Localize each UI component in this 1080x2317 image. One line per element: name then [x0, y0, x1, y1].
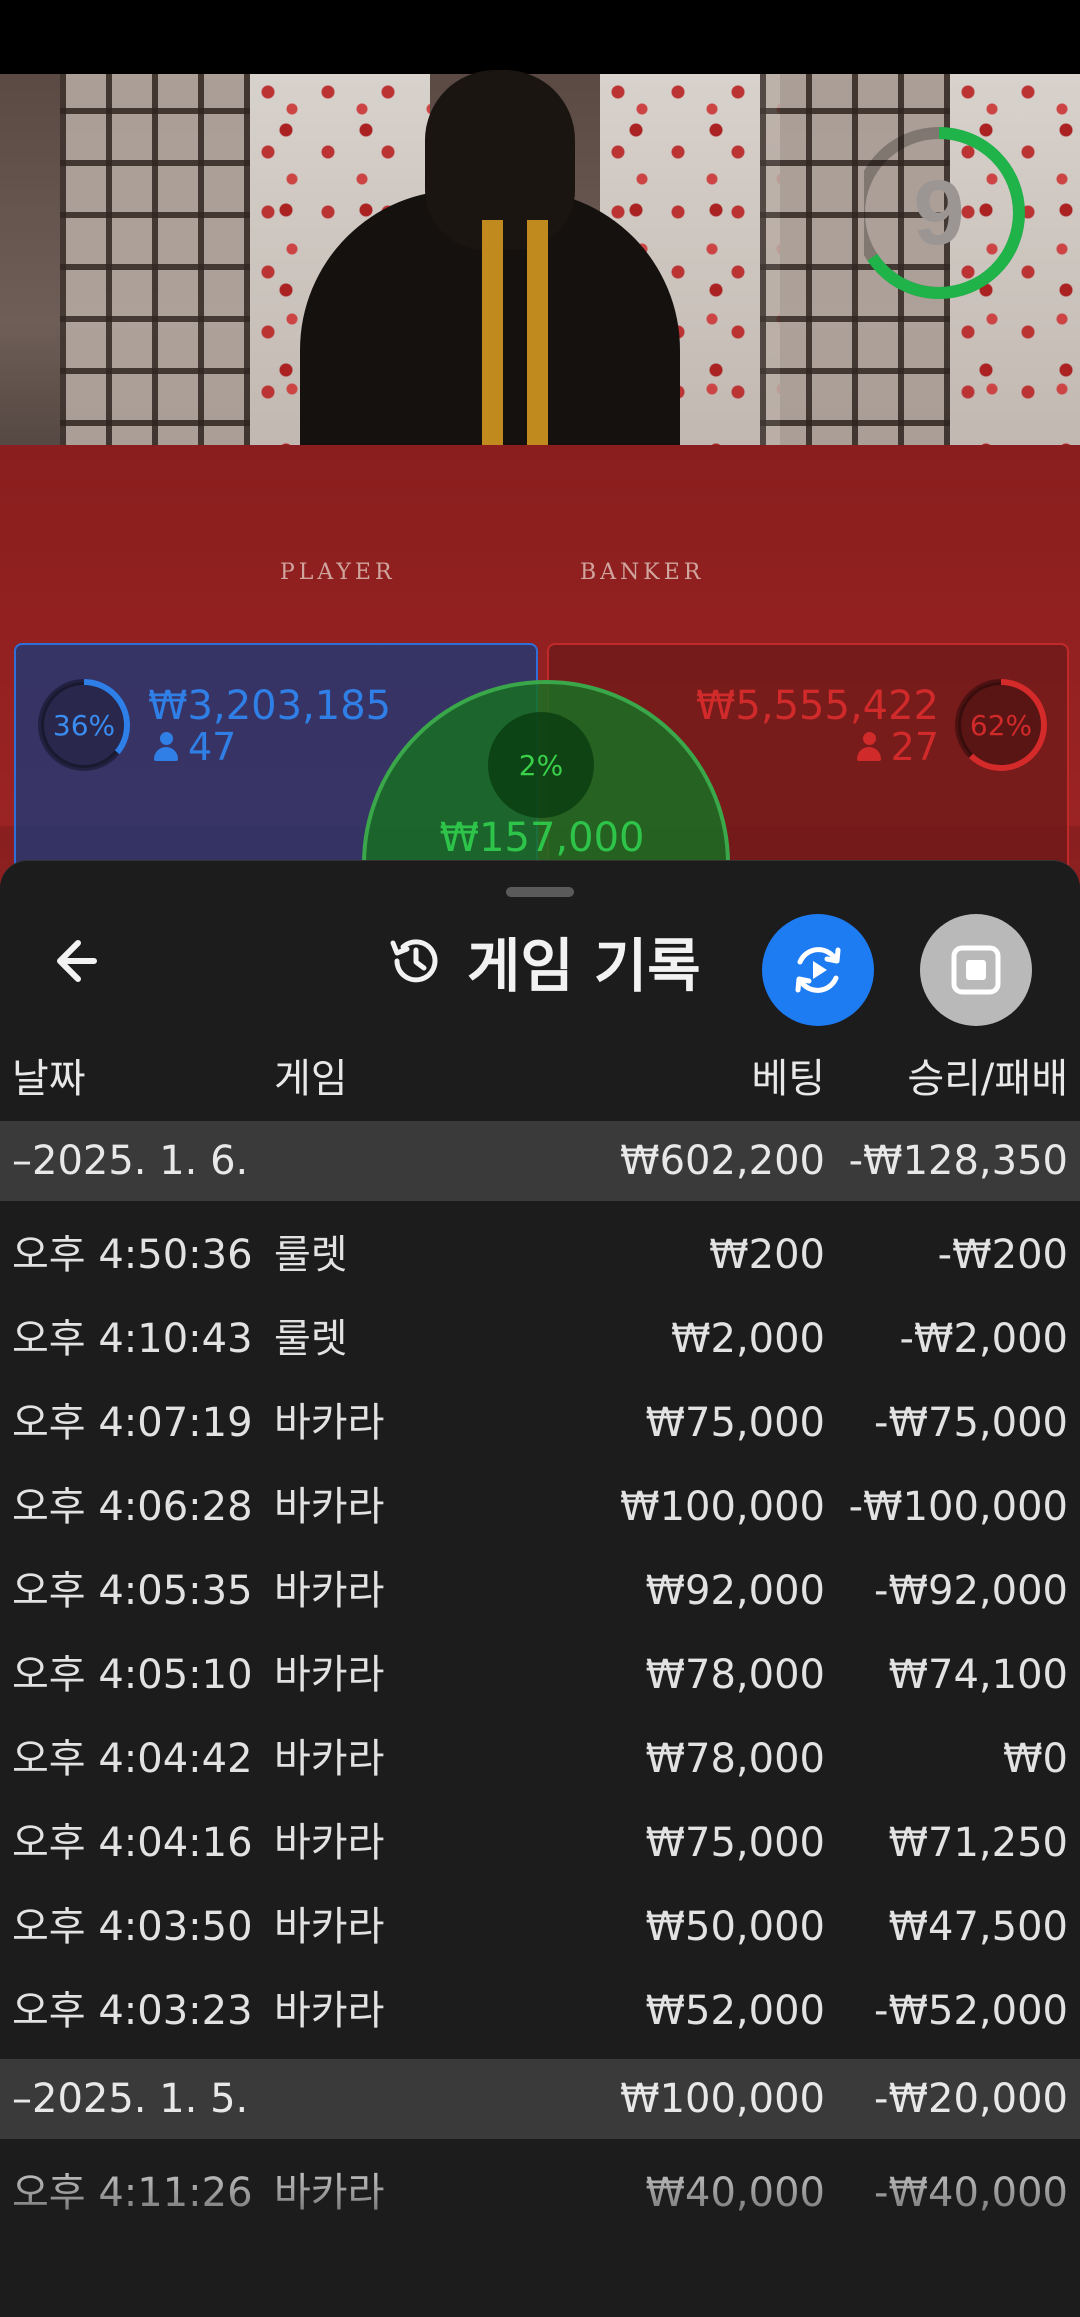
row-time: 오후 4:05:35 [12, 1568, 253, 1614]
table-row[interactable]: 오후 4:05:10 바카라 ₩78,000 ₩74,100 [0, 1633, 1080, 1717]
row-bet: ₩52,000 [645, 1988, 825, 2034]
row-game: 바카라 [274, 1904, 385, 1950]
banker-bet-amount: ₩5,555,422 [695, 683, 939, 729]
row-winloss: -₩100,000 [848, 1484, 1068, 1530]
row-game: 룰렛 [274, 1232, 348, 1278]
felt-label-banker: BANKER [580, 560, 705, 585]
row-time: 오후 4:06:28 [12, 1484, 253, 1530]
row-game: 바카라 [274, 1568, 385, 1614]
row-winloss: ₩71,250 [888, 1820, 1068, 1866]
player-count-value: 47 [188, 725, 237, 769]
table-row[interactable]: 오후 4:06:28 바카라 ₩100,000 -₩100,000 [0, 1465, 1080, 1549]
row-bet: ₩92,000 [645, 1568, 825, 1614]
row-time: 오후 4:07:19 [12, 1400, 253, 1446]
table-row[interactable]: 오후 4:07:19 바카라 ₩75,000 -₩75,000 [0, 1381, 1080, 1465]
player-bet-amount: ₩3,203,185 [148, 683, 392, 729]
person-icon [154, 732, 178, 762]
table-row[interactable]: 오후 4:03:50 바카라 ₩50,000 ₩47,500 [0, 1885, 1080, 1969]
row-game: 바카라 [274, 1400, 385, 1446]
row-winloss: -₩200 [937, 1232, 1068, 1278]
felt-label-player: PLAYER [280, 560, 396, 585]
row-bet: ₩200 [709, 1232, 825, 1278]
banker-percent: 62% [969, 708, 1033, 742]
group-bet-total: ₩100,000 [620, 2076, 825, 2122]
replay-video-icon [795, 947, 841, 993]
column-header-winloss: 승리/패배 [907, 1056, 1068, 1102]
sheet-header: 게임 기록 [385, 921, 701, 1001]
table-row[interactable]: 오후 4:03:23 바카라 ₩52,000 -₩52,000 [0, 1969, 1080, 2053]
row-winloss: -₩75,000 [874, 1400, 1068, 1446]
date-group-header[interactable]: –2025. 1. 5. ₩100,000 -₩20,000 [0, 2059, 1080, 2139]
group-winloss-total: -₩20,000 [874, 2076, 1068, 2122]
person-icon [856, 732, 881, 762]
row-bet: ₩75,000 [645, 1400, 825, 1446]
player-bettor-count: 47 [154, 725, 236, 769]
stop-square-icon [951, 945, 1001, 995]
row-game: 바카라 [274, 1484, 385, 1530]
countdown-timer: 9 [853, 118, 1034, 308]
column-header-bet: 베팅 [751, 1056, 825, 1102]
back-button[interactable] [50, 929, 114, 993]
player-percent: 36% [52, 708, 116, 742]
row-bet: ₩40,000 [645, 2170, 825, 2216]
countdown-number: 9 [913, 161, 965, 264]
table-row[interactable]: 오후 4:10:43 룰렛 ₩2,000 -₩2,000 [0, 1297, 1080, 1381]
row-winloss: -₩2,000 [899, 1316, 1069, 1362]
table-row[interactable]: 오후 4:50:36 룰렛 ₩200 -₩200 [0, 1213, 1080, 1297]
row-time: 오후 4:50:36 [12, 1232, 253, 1278]
row-game: 룰렛 [274, 1316, 348, 1362]
tie-percent: 2% [488, 712, 594, 818]
row-game: 바카라 [274, 1736, 385, 1782]
table-row[interactable]: 오후 4:05:35 바카라 ₩92,000 -₩92,000 [0, 1549, 1080, 1633]
row-time: 오후 4:10:43 [12, 1316, 253, 1362]
row-time: 오후 4:11:26 [12, 2170, 253, 2216]
table-row[interactable]: 오후 4:11:26 바카라 ₩40,000 -₩40,000 [0, 2151, 1080, 2235]
replay-button[interactable] [762, 914, 874, 1026]
row-time: 오후 4:04:42 [12, 1736, 253, 1782]
row-winloss: ₩74,100 [888, 1652, 1068, 1698]
group-bet-total: ₩602,200 [620, 1138, 825, 1184]
table-row[interactable]: 오후 4:04:42 바카라 ₩78,000 ₩0 [0, 1717, 1080, 1801]
live-video-area: PLAYER BANKER 9 36% ₩3,203,185 47 ₩5,555… [0, 0, 1080, 900]
row-time: 오후 4:04:16 [12, 1820, 253, 1866]
row-time: 오후 4:03:23 [12, 1988, 253, 2034]
column-header-date: 날짜 [12, 1056, 86, 1102]
row-game: 바카라 [274, 2170, 385, 2216]
history-clock-icon [390, 939, 438, 983]
row-time: 오후 4:05:10 [12, 1652, 253, 1698]
row-time: 오후 4:03:50 [12, 1904, 253, 1950]
date-group-header[interactable]: –2025. 1. 6. ₩602,200 -₩128,350 [0, 1121, 1080, 1201]
row-winloss: ₩47,500 [888, 1904, 1068, 1950]
row-game: 바카라 [274, 1820, 385, 1866]
game-history-sheet: 게임 기록 날짜 게임 베팅 승리/패배 –2025. 1. 6. ₩602,20… [0, 860, 1080, 2317]
sheet-drag-handle[interactable] [506, 887, 574, 897]
row-bet: ₩50,000 [645, 1904, 825, 1950]
table-row[interactable]: 오후 4:04:16 바카라 ₩75,000 ₩71,250 [0, 1801, 1080, 1885]
row-winloss: ₩0 [1003, 1736, 1068, 1782]
row-bet: ₩100,000 [620, 1484, 825, 1530]
table-header: 날짜 게임 베팅 승리/패배 [0, 1046, 1080, 1116]
group-date: –2025. 1. 5. [12, 2076, 249, 2122]
tie-bet-amount: ₩157,000 [439, 815, 645, 861]
dealer-scarf [440, 220, 590, 450]
row-game: 바카라 [274, 1988, 385, 2034]
stop-button[interactable] [920, 914, 1032, 1026]
row-bet: ₩78,000 [645, 1736, 825, 1782]
page-title: 게임 기록 [467, 932, 701, 1000]
row-game: 바카라 [274, 1652, 385, 1698]
column-header-game: 게임 [274, 1056, 348, 1102]
row-bet: ₩78,000 [645, 1652, 825, 1698]
banker-bettor-count: 27 [856, 725, 939, 769]
row-winloss: -₩92,000 [874, 1568, 1068, 1614]
row-winloss: -₩52,000 [874, 1988, 1068, 2034]
row-winloss: -₩40,000 [874, 2170, 1068, 2216]
row-bet: ₩2,000 [670, 1316, 825, 1362]
banker-count-value: 27 [890, 725, 939, 769]
group-date: –2025. 1. 6. [12, 1138, 249, 1184]
group-winloss-total: -₩128,350 [848, 1138, 1068, 1184]
row-bet: ₩75,000 [645, 1820, 825, 1866]
arrow-left-icon [57, 940, 97, 982]
